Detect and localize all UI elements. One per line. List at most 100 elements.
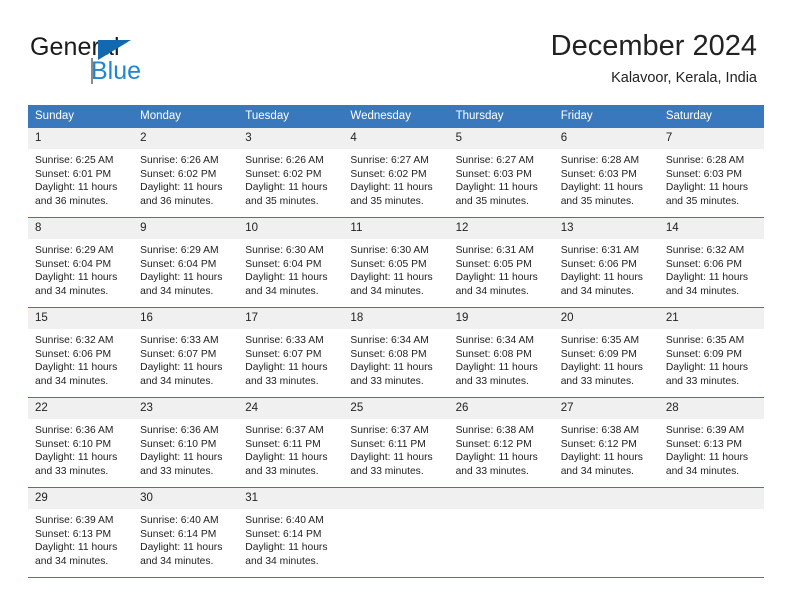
day-details: Sunrise: 6:27 AM Sunset: 6:03 PM Daylight:… [449, 149, 554, 208]
calendar-day-cell[interactable]: 29 Sunrise: 6:39 AM Sunset: 6:13 PM Dayligh… [28, 487, 134, 578]
sunset-text: Sunset: 6:14 PM [245, 528, 322, 540]
sunset-text: Sunset: 6:02 PM [140, 168, 217, 180]
day-number: 15 [28, 308, 134, 329]
calendar-day-cell[interactable]: 26 Sunrise: 6:38 AM Sunset: 6:12 PM Dayligh… [448, 397, 554, 488]
calendar-day-cell[interactable]: 31 Sunrise: 6:40 AM Sunset: 6:14 PM Dayligh… [238, 487, 344, 578]
title-block: December 2024 Kalavoor, Kerala, India [551, 28, 757, 89]
weekday-header-tuesday: Tuesday [238, 105, 344, 128]
calendar-day-cell[interactable]: 16 Sunrise: 6:33 AM Sunset: 6:07 PM Dayligh… [133, 307, 239, 398]
daylight-text: Daylight: 11 hours and 33 minutes. [665, 362, 749, 387]
day-details: Sunrise: 6:32 AM Sunset: 6:06 PM Daylight:… [28, 329, 133, 388]
sunset-text: Sunset: 6:07 PM [245, 348, 322, 360]
weekday-header-friday: Friday [553, 105, 659, 128]
daylight-text: Daylight: 11 hours and 33 minutes. [350, 452, 433, 477]
sunrise-text: Sunrise: 6:31 AM [455, 245, 534, 256]
daylight-text: Daylight: 11 hours and 33 minutes. [35, 452, 118, 477]
calendar-day-cell[interactable]: 18 Sunrise: 6:34 AM Sunset: 6:08 PM Dayligh… [343, 307, 449, 398]
calendar-day-cell[interactable]: 22 Sunrise: 6:36 AM Sunset: 6:10 PM Dayligh… [28, 397, 134, 488]
daylight-text: Daylight: 11 hours and 34 minutes. [560, 272, 643, 297]
calendar-day-cell[interactable]: 3 Sunrise: 6:26 AM Sunset: 6:02 PM Daylight… [238, 127, 344, 218]
sunrise-text: Sunrise: 6:34 AM [350, 335, 429, 346]
sunset-text: Sunset: 6:03 PM [665, 168, 742, 180]
calendar-day-cell[interactable]: 28 Sunrise: 6:39 AM Sunset: 6:13 PM Dayligh… [658, 397, 764, 488]
day-number: 10 [238, 218, 344, 239]
weekday-header-thursday: Thursday [448, 105, 554, 128]
day-number: 29 [28, 488, 134, 509]
sunset-text: Sunset: 6:07 PM [140, 348, 217, 360]
day-details: Sunrise: 6:40 AM Sunset: 6:14 PM Daylight:… [133, 509, 238, 568]
sunset-text: Sunset: 6:14 PM [140, 528, 217, 540]
sunset-text: Sunset: 6:13 PM [665, 438, 742, 450]
calendar-day-cell[interactable]: 23 Sunrise: 6:36 AM Sunset: 6:10 PM Dayligh… [133, 397, 239, 488]
day-details: Sunrise: 6:28 AM Sunset: 6:03 PM Daylight:… [554, 149, 659, 208]
calendar-day-cell[interactable]: 7 Sunrise: 6:28 AM Sunset: 6:03 PM Daylight… [658, 127, 764, 218]
sunset-text: Sunset: 6:03 PM [455, 168, 532, 180]
sunset-text: Sunset: 6:05 PM [455, 258, 532, 270]
day-details: Sunrise: 6:34 AM Sunset: 6:08 PM Daylight:… [449, 329, 554, 388]
calendar-table: Sunday Monday Tuesday Wednesday Thursday… [28, 105, 764, 578]
calendar-cell-empty [343, 487, 449, 578]
day-details: Sunrise: 6:29 AM Sunset: 6:04 PM Daylight:… [28, 239, 133, 298]
sunrise-text: Sunrise: 6:38 AM [560, 425, 640, 436]
calendar-day-cell[interactable]: 10 Sunrise: 6:30 AM Sunset: 6:04 PM Dayligh… [238, 217, 344, 308]
day-details: Sunrise: 6:38 AM Sunset: 6:12 PM Daylight:… [554, 419, 659, 478]
sunset-text: Sunset: 6:10 PM [140, 438, 217, 450]
sunset-text: Sunset: 6:01 PM [35, 168, 112, 180]
calendar-day-cell[interactable]: 9 Sunrise: 6:29 AM Sunset: 6:04 PM Daylight… [133, 217, 239, 308]
sunset-text: Sunset: 6:09 PM [560, 348, 637, 360]
daylight-text: Daylight: 11 hours and 34 minutes. [665, 452, 749, 477]
sunrise-text: Sunrise: 6:27 AM [455, 155, 534, 166]
sunrise-text: Sunrise: 6:35 AM [665, 335, 745, 346]
weekday-header-saturday: Saturday [658, 105, 764, 128]
calendar-day-cell[interactable]: 30 Sunrise: 6:40 AM Sunset: 6:14 PM Dayligh… [133, 487, 239, 578]
calendar-day-cell[interactable]: 17 Sunrise: 6:33 AM Sunset: 6:07 PM Dayligh… [238, 307, 344, 398]
sunrise-text: Sunrise: 6:26 AM [140, 155, 219, 166]
calendar-day-cell[interactable]: 5 Sunrise: 6:27 AM Sunset: 6:03 PM Daylight… [448, 127, 554, 218]
calendar-day-cell[interactable]: 8 Sunrise: 6:29 AM Sunset: 6:04 PM Daylight… [28, 217, 134, 308]
calendar-day-cell[interactable]: 21 Sunrise: 6:35 AM Sunset: 6:09 PM Dayligh… [658, 307, 764, 398]
calendar-day-cell[interactable]: 11 Sunrise: 6:30 AM Sunset: 6:05 PM Dayligh… [343, 217, 449, 308]
daylight-text: Daylight: 11 hours and 34 minutes. [350, 272, 433, 297]
calendar-day-cell[interactable]: 14 Sunrise: 6:32 AM Sunset: 6:06 PM Dayligh… [658, 217, 764, 308]
daylight-text: Daylight: 11 hours and 34 minutes. [140, 542, 223, 567]
sunrise-text: Sunrise: 6:32 AM [665, 245, 745, 256]
calendar-day-cell[interactable]: 4 Sunrise: 6:27 AM Sunset: 6:02 PM Daylight… [343, 127, 449, 218]
sunset-text: Sunset: 6:03 PM [560, 168, 637, 180]
calendar-day-cell[interactable]: 20 Sunrise: 6:35 AM Sunset: 6:09 PM Dayligh… [553, 307, 659, 398]
calendar-day-cell[interactable]: 15 Sunrise: 6:32 AM Sunset: 6:06 PM Dayligh… [28, 307, 134, 398]
calendar-day-cell[interactable]: 13 Sunrise: 6:31 AM Sunset: 6:06 PM Dayligh… [553, 217, 659, 308]
sunrise-text: Sunrise: 6:27 AM [350, 155, 429, 166]
daylight-text: Daylight: 11 hours and 34 minutes. [245, 542, 328, 567]
general-blue-logo[interactable]: General Blue [30, 33, 270, 91]
calendar-day-cell[interactable]: 1 Sunrise: 6:25 AM Sunset: 6:01 PM Daylight… [28, 127, 134, 218]
sunrise-text: Sunrise: 6:29 AM [35, 245, 114, 256]
sunrise-text: Sunrise: 6:32 AM [35, 335, 114, 346]
calendar-week-row: 29 Sunrise: 6:39 AM Sunset: 6:13 PM Dayligh… [28, 487, 764, 578]
day-details: Sunrise: 6:28 AM Sunset: 6:03 PM Daylight:… [659, 149, 764, 208]
day-details: Sunrise: 6:25 AM Sunset: 6:01 PM Daylight:… [28, 149, 133, 208]
day-number [343, 488, 449, 509]
day-number: 7 [658, 128, 764, 149]
daylight-text: Daylight: 11 hours and 35 minutes. [455, 182, 538, 207]
day-number: 5 [448, 128, 554, 149]
calendar-day-cell[interactable]: 12 Sunrise: 6:31 AM Sunset: 6:05 PM Dayligh… [448, 217, 554, 308]
day-number: 25 [343, 398, 449, 419]
day-number [448, 488, 554, 509]
daylight-text: Daylight: 11 hours and 36 minutes. [35, 182, 118, 207]
day-details: Sunrise: 6:39 AM Sunset: 6:13 PM Daylight:… [28, 509, 133, 568]
calendar-day-cell[interactable]: 19 Sunrise: 6:34 AM Sunset: 6:08 PM Dayligh… [448, 307, 554, 398]
day-number: 19 [448, 308, 554, 329]
day-details: Sunrise: 6:31 AM Sunset: 6:05 PM Daylight:… [449, 239, 554, 298]
calendar-day-cell[interactable]: 6 Sunrise: 6:28 AM Sunset: 6:03 PM Daylight… [553, 127, 659, 218]
day-number: 21 [658, 308, 764, 329]
calendar-day-cell[interactable]: 2 Sunrise: 6:26 AM Sunset: 6:02 PM Daylight… [133, 127, 239, 218]
day-details: Sunrise: 6:39 AM Sunset: 6:13 PM Daylight:… [659, 419, 764, 478]
calendar-day-cell[interactable]: 24 Sunrise: 6:37 AM Sunset: 6:11 PM Dayligh… [238, 397, 344, 488]
day-details: Sunrise: 6:33 AM Sunset: 6:07 PM Daylight:… [238, 329, 343, 388]
calendar-day-cell[interactable]: 27 Sunrise: 6:38 AM Sunset: 6:12 PM Dayligh… [553, 397, 659, 488]
calendar-day-cell[interactable]: 25 Sunrise: 6:37 AM Sunset: 6:11 PM Dayligh… [343, 397, 449, 488]
daylight-text: Daylight: 11 hours and 35 minutes. [350, 182, 433, 207]
day-number: 20 [553, 308, 659, 329]
sunrise-text: Sunrise: 6:31 AM [560, 245, 640, 256]
weekday-header-sunday: Sunday [28, 105, 134, 128]
